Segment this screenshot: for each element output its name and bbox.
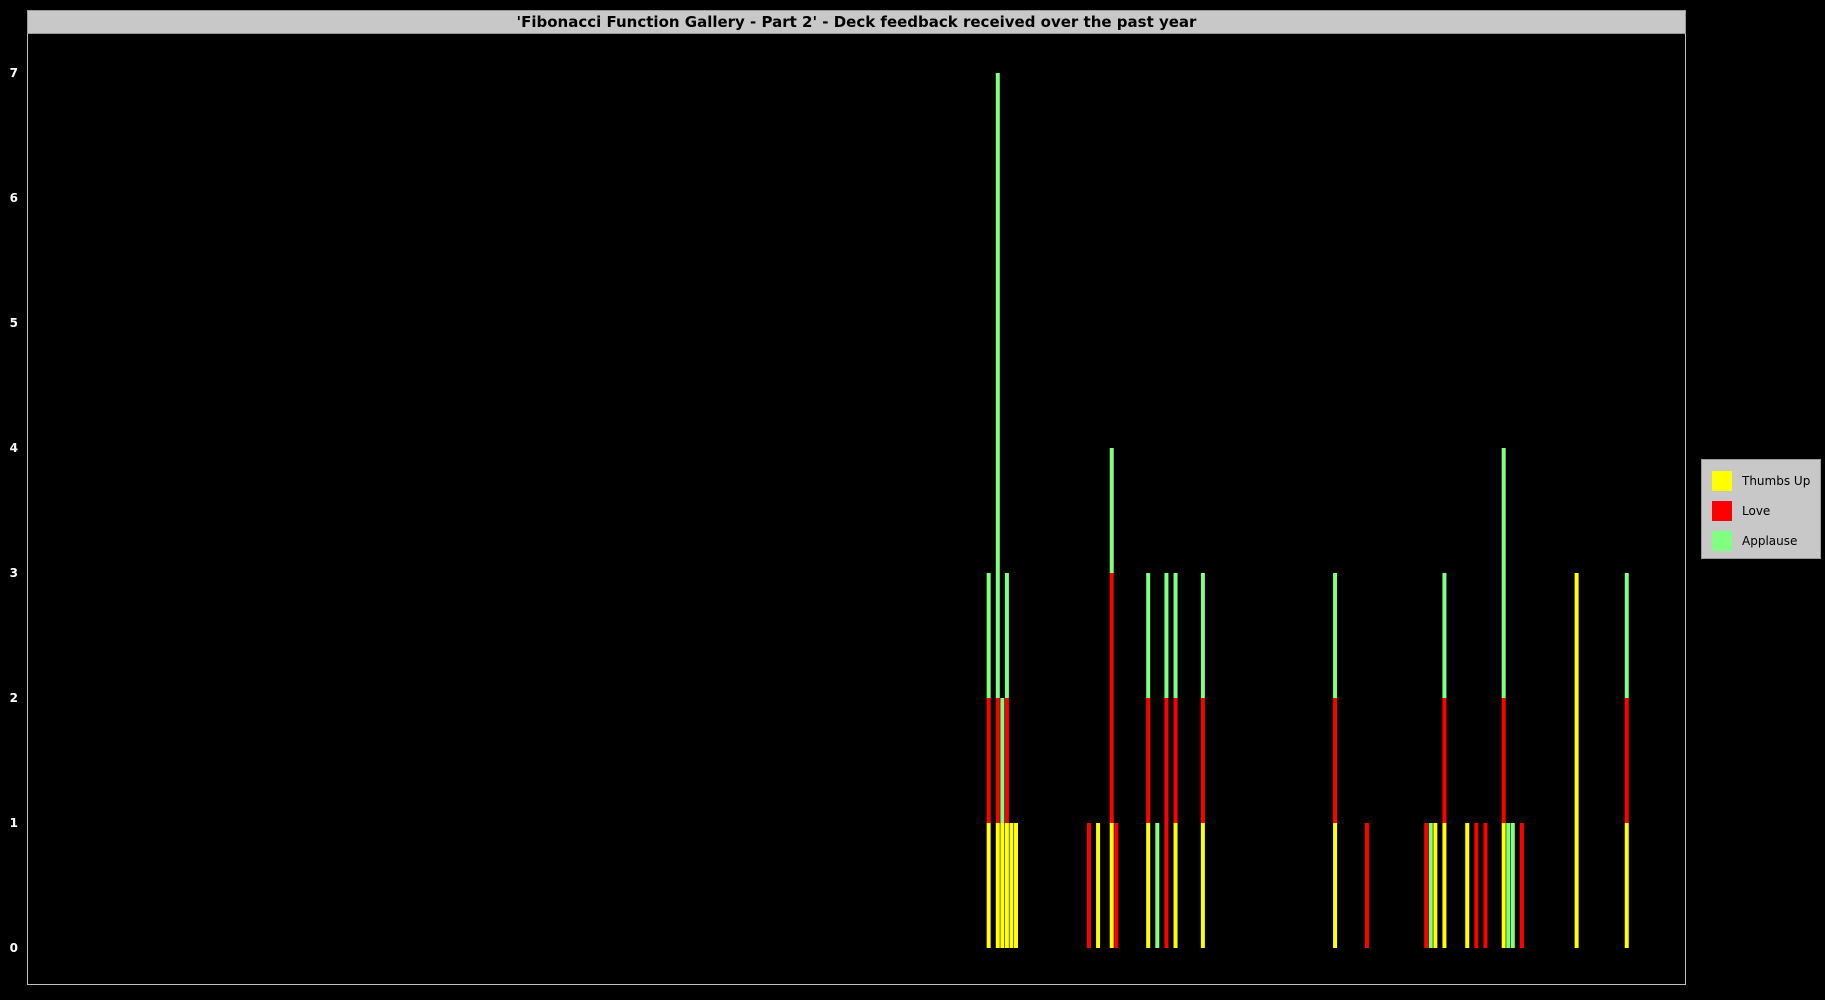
bar-applause bbox=[1000, 698, 1005, 823]
bar-thumbs-up bbox=[1009, 823, 1014, 948]
bar-love bbox=[1424, 823, 1429, 948]
bar-applause bbox=[1004, 573, 1009, 698]
bar-applause bbox=[1442, 573, 1447, 698]
y-tick-label: 1 bbox=[10, 816, 18, 830]
bar-love bbox=[1501, 698, 1506, 823]
bar-love bbox=[1164, 698, 1169, 948]
bar-love bbox=[1364, 823, 1369, 948]
bar-thumbs-up bbox=[1501, 823, 1506, 948]
bar-applause bbox=[1173, 573, 1178, 698]
bar-thumbs-up bbox=[995, 823, 1000, 948]
bar-love bbox=[1624, 698, 1629, 823]
legend-item: Thumbs Up bbox=[1712, 470, 1810, 492]
y-tick-label: 5 bbox=[10, 316, 18, 330]
bar-thumbs-up bbox=[1004, 823, 1009, 948]
legend-swatch bbox=[1712, 471, 1732, 491]
bar-applause bbox=[1428, 823, 1433, 948]
bar-thumbs-up bbox=[1146, 823, 1151, 948]
legend-label: Applause bbox=[1742, 534, 1798, 548]
bar-thumbs-up bbox=[1200, 823, 1205, 948]
bar-applause bbox=[1164, 573, 1169, 698]
bar-thumbs-up bbox=[1574, 573, 1579, 948]
bar-love bbox=[1114, 823, 1119, 948]
bar-love bbox=[1474, 823, 1479, 948]
y-tick-label: 2 bbox=[10, 691, 18, 705]
bar-love bbox=[1004, 698, 1009, 823]
legend-item: Applause bbox=[1712, 530, 1797, 552]
bar-love bbox=[1333, 698, 1338, 823]
bar-applause bbox=[1506, 823, 1511, 948]
bar-love bbox=[1109, 573, 1114, 823]
bar-love bbox=[986, 698, 991, 823]
bar-applause bbox=[1200, 573, 1205, 698]
bar-applause bbox=[1333, 573, 1338, 698]
bar-applause bbox=[1624, 573, 1629, 698]
bar-applause bbox=[1109, 448, 1114, 573]
y-tick-label: 6 bbox=[10, 191, 18, 205]
legend-swatch bbox=[1712, 531, 1732, 551]
bar-love bbox=[1173, 698, 1178, 823]
legend-swatch bbox=[1712, 501, 1732, 521]
y-tick-label: 0 bbox=[10, 941, 18, 955]
bar-thumbs-up bbox=[1014, 823, 1019, 948]
bar-applause bbox=[1510, 823, 1515, 948]
bar-love bbox=[995, 698, 1000, 823]
bar-thumbs-up bbox=[1000, 823, 1005, 948]
bar-thumbs-up bbox=[986, 823, 991, 948]
bars-layer bbox=[986, 73, 1629, 948]
chart-canvas: 0 1 2 3 4 5 6 7 bbox=[10, 66, 1629, 955]
bar-love bbox=[1200, 698, 1205, 823]
bar-thumbs-up bbox=[1109, 823, 1114, 948]
bar-love bbox=[1442, 698, 1447, 823]
legend-label: Thumbs Up bbox=[1742, 474, 1811, 488]
legend-label: Love bbox=[1742, 504, 1771, 518]
bar-thumbs-up bbox=[1465, 823, 1470, 948]
bar-applause bbox=[1146, 573, 1151, 698]
bar-thumbs-up bbox=[1173, 823, 1178, 948]
bar-thumbs-up bbox=[1442, 823, 1447, 948]
bar-applause bbox=[1501, 448, 1506, 698]
y-tick-label: 7 bbox=[10, 66, 18, 80]
bar-thumbs-up bbox=[1096, 823, 1101, 948]
bar-applause bbox=[986, 573, 991, 698]
bar-thumbs-up bbox=[1433, 823, 1438, 948]
bar-applause bbox=[1155, 823, 1160, 948]
legend-item: Love bbox=[1712, 500, 1770, 522]
y-axis: 0 1 2 3 4 5 6 7 bbox=[10, 66, 18, 955]
bar-thumbs-up bbox=[1624, 823, 1629, 948]
legend: Thumbs Up Love Applause bbox=[1701, 459, 1821, 559]
bar-applause bbox=[995, 73, 1000, 698]
bar-love bbox=[1086, 823, 1091, 948]
y-tick-label: 3 bbox=[10, 566, 18, 580]
bar-love bbox=[1519, 823, 1524, 948]
y-tick-label: 4 bbox=[10, 441, 18, 455]
bar-love bbox=[1483, 823, 1488, 948]
bar-love bbox=[1146, 698, 1151, 823]
bar-thumbs-up bbox=[1333, 823, 1338, 948]
